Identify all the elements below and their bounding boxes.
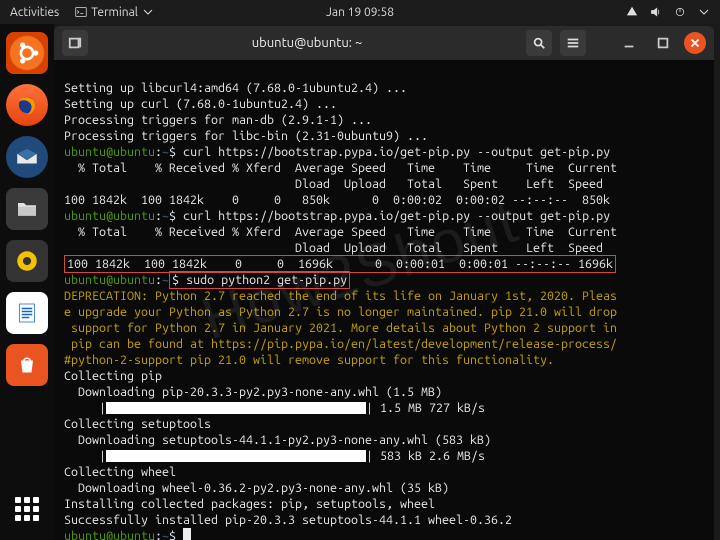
gnome-topbar: Activities Terminal Jan 19 09:58	[0, 0, 720, 24]
firefox-icon[interactable]	[6, 84, 48, 126]
search-button[interactable]	[526, 30, 552, 56]
firefox-logo-icon	[14, 92, 40, 118]
menu-button[interactable]	[560, 30, 586, 56]
command-line: curl https://bootstrap.pypa.io/get-pip.p…	[176, 209, 610, 223]
app-menu[interactable]: Terminal	[75, 6, 154, 19]
deprecation-warning: e upgrade your Python as Python 2.7 is n…	[64, 305, 617, 319]
volume-icon[interactable]	[650, 6, 662, 18]
ubuntu-logo-icon	[13, 39, 41, 67]
new-tab-button[interactable]	[62, 30, 88, 56]
output-line: Installing collected packages: pip, setu…	[64, 497, 435, 511]
speaker-icon	[14, 248, 40, 274]
power-icon[interactable]	[674, 6, 686, 18]
prompt-sigil: $	[172, 273, 179, 287]
prompt-sep: :	[155, 209, 162, 223]
ubuntu-software-icon[interactable]	[6, 344, 48, 386]
search-icon	[532, 36, 546, 50]
hamburger-icon	[566, 36, 580, 50]
output-line: Setting up curl (7.68.0-1ubuntu2.4) ...	[64, 97, 337, 111]
prompt-sep: :	[155, 529, 162, 540]
output-line: Collecting pip	[64, 369, 162, 383]
prompt-userhost: ubuntu@ubuntu	[64, 273, 155, 287]
libreoffice-writer-icon[interactable]	[6, 292, 48, 334]
output-line: Processing triggers for man-db (2.9.1-1)…	[64, 113, 372, 127]
output-line: Processing triggers for libc-bin (2.31-0…	[64, 129, 428, 143]
clock[interactable]: Jan 19 09:58	[326, 6, 394, 19]
terminal-window: ubuntu@ubuntu: ~ Setting up libcurl4:amd…	[54, 26, 714, 540]
rhythmbox-icon[interactable]	[6, 240, 48, 282]
prompt-userhost: ubuntu@ubuntu	[64, 145, 155, 159]
thunderbird-logo-icon	[14, 144, 40, 170]
prompt-sigil: $	[169, 145, 176, 159]
prompt-userhost: ubuntu@ubuntu	[64, 529, 155, 540]
output-line: 100 1842k 100 1842k 0 0 850k 0 0:00:02 0…	[64, 193, 610, 207]
output-line: % Total % Received % Xferd Average Speed…	[64, 161, 617, 175]
chevron-down-icon[interactable]	[698, 6, 710, 18]
deprecation-warning: pip can be found at https://pip.pypa.io/…	[64, 337, 617, 351]
output-line: Setting up libcurl4:amd64 (7.68.0-1ubunt…	[64, 81, 407, 95]
network-icon[interactable]	[626, 6, 638, 18]
shopping-bag-icon	[15, 353, 39, 377]
window-title: ubuntu@ubuntu: ~	[96, 36, 518, 50]
deprecation-warning: DEPRECATION: Python 2.7 reached the end …	[64, 289, 617, 303]
prompt-path: ~	[162, 145, 169, 159]
minimize-button[interactable]	[616, 30, 642, 56]
prompt-sigil: $	[169, 209, 176, 223]
progress-bar	[106, 402, 366, 414]
progress-bar	[106, 450, 366, 462]
prompt-sigil: $	[169, 529, 176, 540]
output-line: Collecting wheel	[64, 465, 176, 479]
cursor	[183, 528, 191, 540]
prompt-userhost: ubuntu@ubuntu	[64, 209, 155, 223]
close-icon	[688, 36, 702, 50]
output-line: Successfully installed pip-20.3.3 setupt…	[64, 513, 512, 527]
command-line: sudo python2 get-pip.py	[179, 273, 347, 287]
deprecation-warning: support for Python 2.7 in January 2021. …	[64, 321, 617, 335]
output-line: Downloading wheel-0.36.2-py2.py3-none-an…	[64, 481, 449, 495]
terminal-icon	[75, 6, 87, 18]
prompt-path: ~	[162, 209, 169, 223]
close-button[interactable]	[684, 32, 706, 54]
output-line: Dload Upload Total Spent Left Speed	[64, 241, 603, 255]
activities-button[interactable]: Activities	[10, 6, 59, 19]
grid-icon	[15, 497, 39, 521]
show-applications-button[interactable]	[6, 488, 48, 530]
maximize-icon	[656, 36, 670, 50]
minimize-icon	[622, 36, 636, 50]
terminal-body[interactable]: Setting up libcurl4:amd64 (7.68.0-1ubunt…	[54, 60, 714, 540]
ubuntu-launcher-icon[interactable]	[6, 32, 48, 74]
output-line: Downloading setuptools-44.1.1-py2.py3-no…	[64, 433, 491, 447]
prompt-sep: :	[155, 273, 162, 287]
progress-suffix: 1.5 MB 727 kB/s	[373, 401, 485, 415]
prompt-sep: :	[155, 145, 162, 159]
new-tab-icon	[68, 36, 82, 50]
progress-suffix: 583 kB 2.6 MB/s	[373, 449, 485, 463]
app-menu-label: Terminal	[91, 6, 138, 19]
folder-icon	[15, 197, 39, 221]
files-icon[interactable]	[6, 188, 48, 230]
output-line: Downloading pip-20.3.3-py2.py3-none-any.…	[64, 385, 442, 399]
output-line: Dload Upload Total Spent Left Speed	[64, 177, 603, 191]
output-line: Collecting setuptools	[64, 417, 211, 431]
document-icon	[15, 301, 39, 325]
prompt-path: ~	[162, 273, 169, 287]
command-line: curl https://bootstrap.pypa.io/get-pip.p…	[176, 145, 610, 159]
thunderbird-icon[interactable]	[6, 136, 48, 178]
prompt-path: ~	[162, 529, 169, 540]
deprecation-warning: #python-2-support pip 21.0 will remove s…	[64, 353, 554, 367]
dock	[0, 24, 54, 540]
output-line: % Total % Received % Xferd Average Speed…	[64, 225, 617, 239]
window-titlebar: ubuntu@ubuntu: ~	[54, 26, 714, 60]
maximize-button[interactable]	[650, 30, 676, 56]
chevron-down-icon	[142, 6, 154, 18]
